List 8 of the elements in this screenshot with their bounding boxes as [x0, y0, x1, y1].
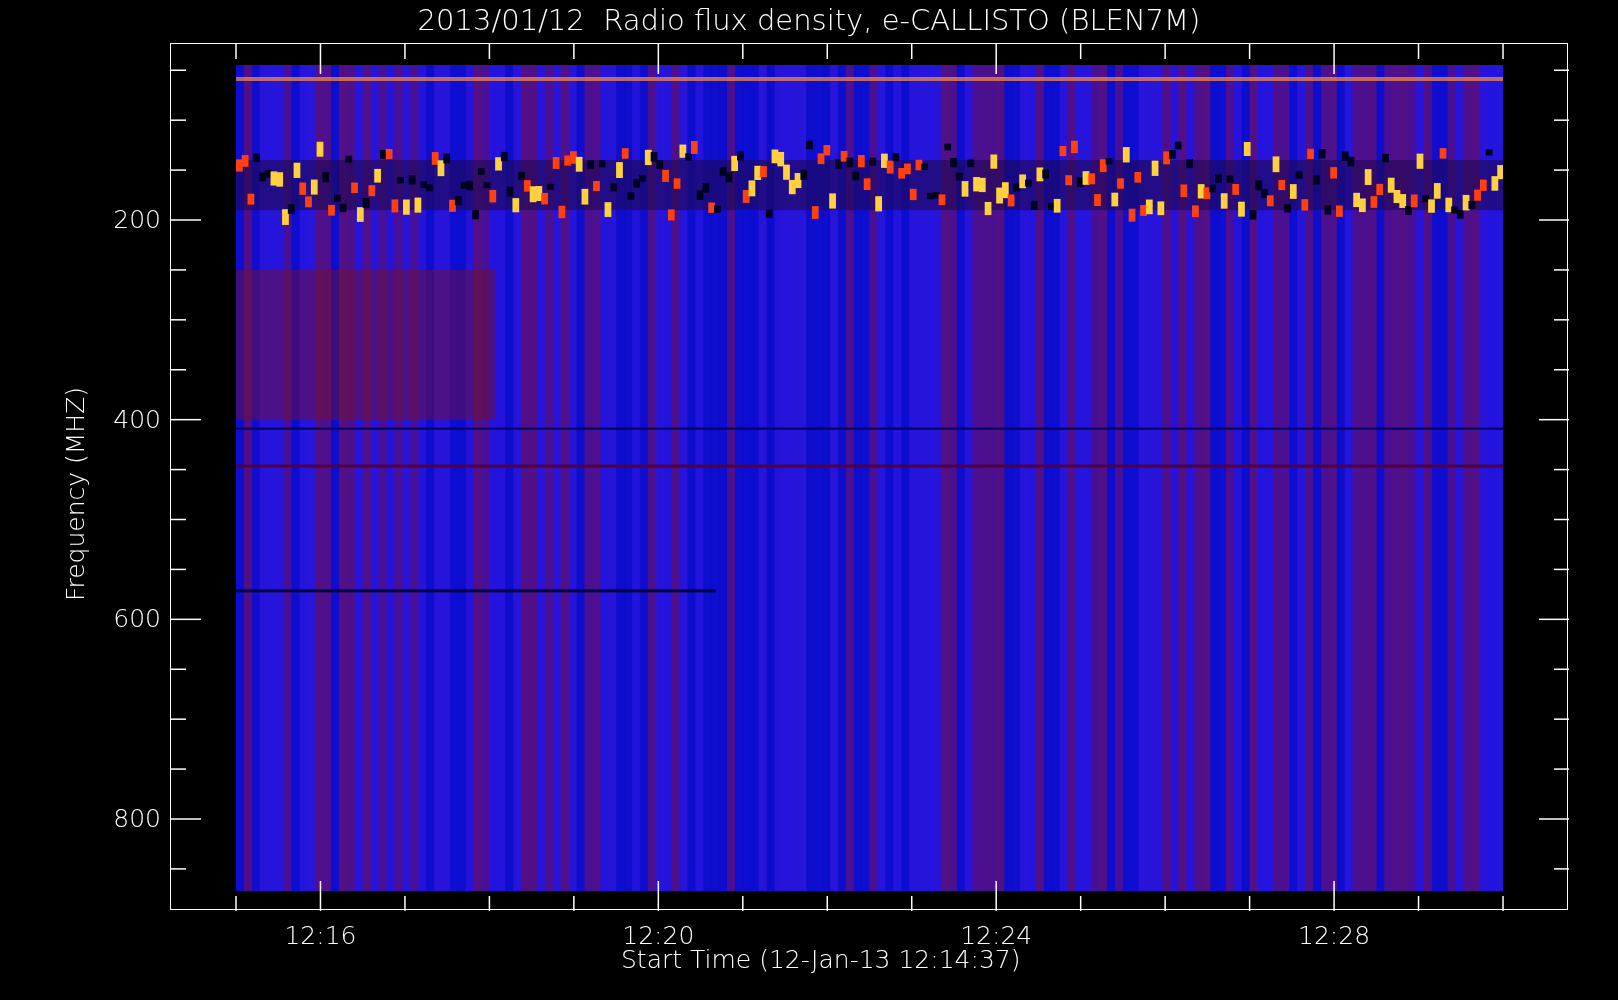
y-tick-label: 400: [112, 404, 161, 435]
y-tick-label: 800: [112, 804, 161, 834]
plot-title: 2013/01/12 Radio flux density, e-CALLISTO (BLEN7M): [417, 2, 1201, 39]
y-tick-label: 600: [112, 604, 161, 635]
x-tick-label: 12:28: [1297, 921, 1372, 951]
x-tick-label: 12:16: [283, 921, 358, 951]
y-tick-label: 200: [112, 205, 161, 235]
y-axis-label: Frequency (MHZ): [61, 385, 91, 604]
